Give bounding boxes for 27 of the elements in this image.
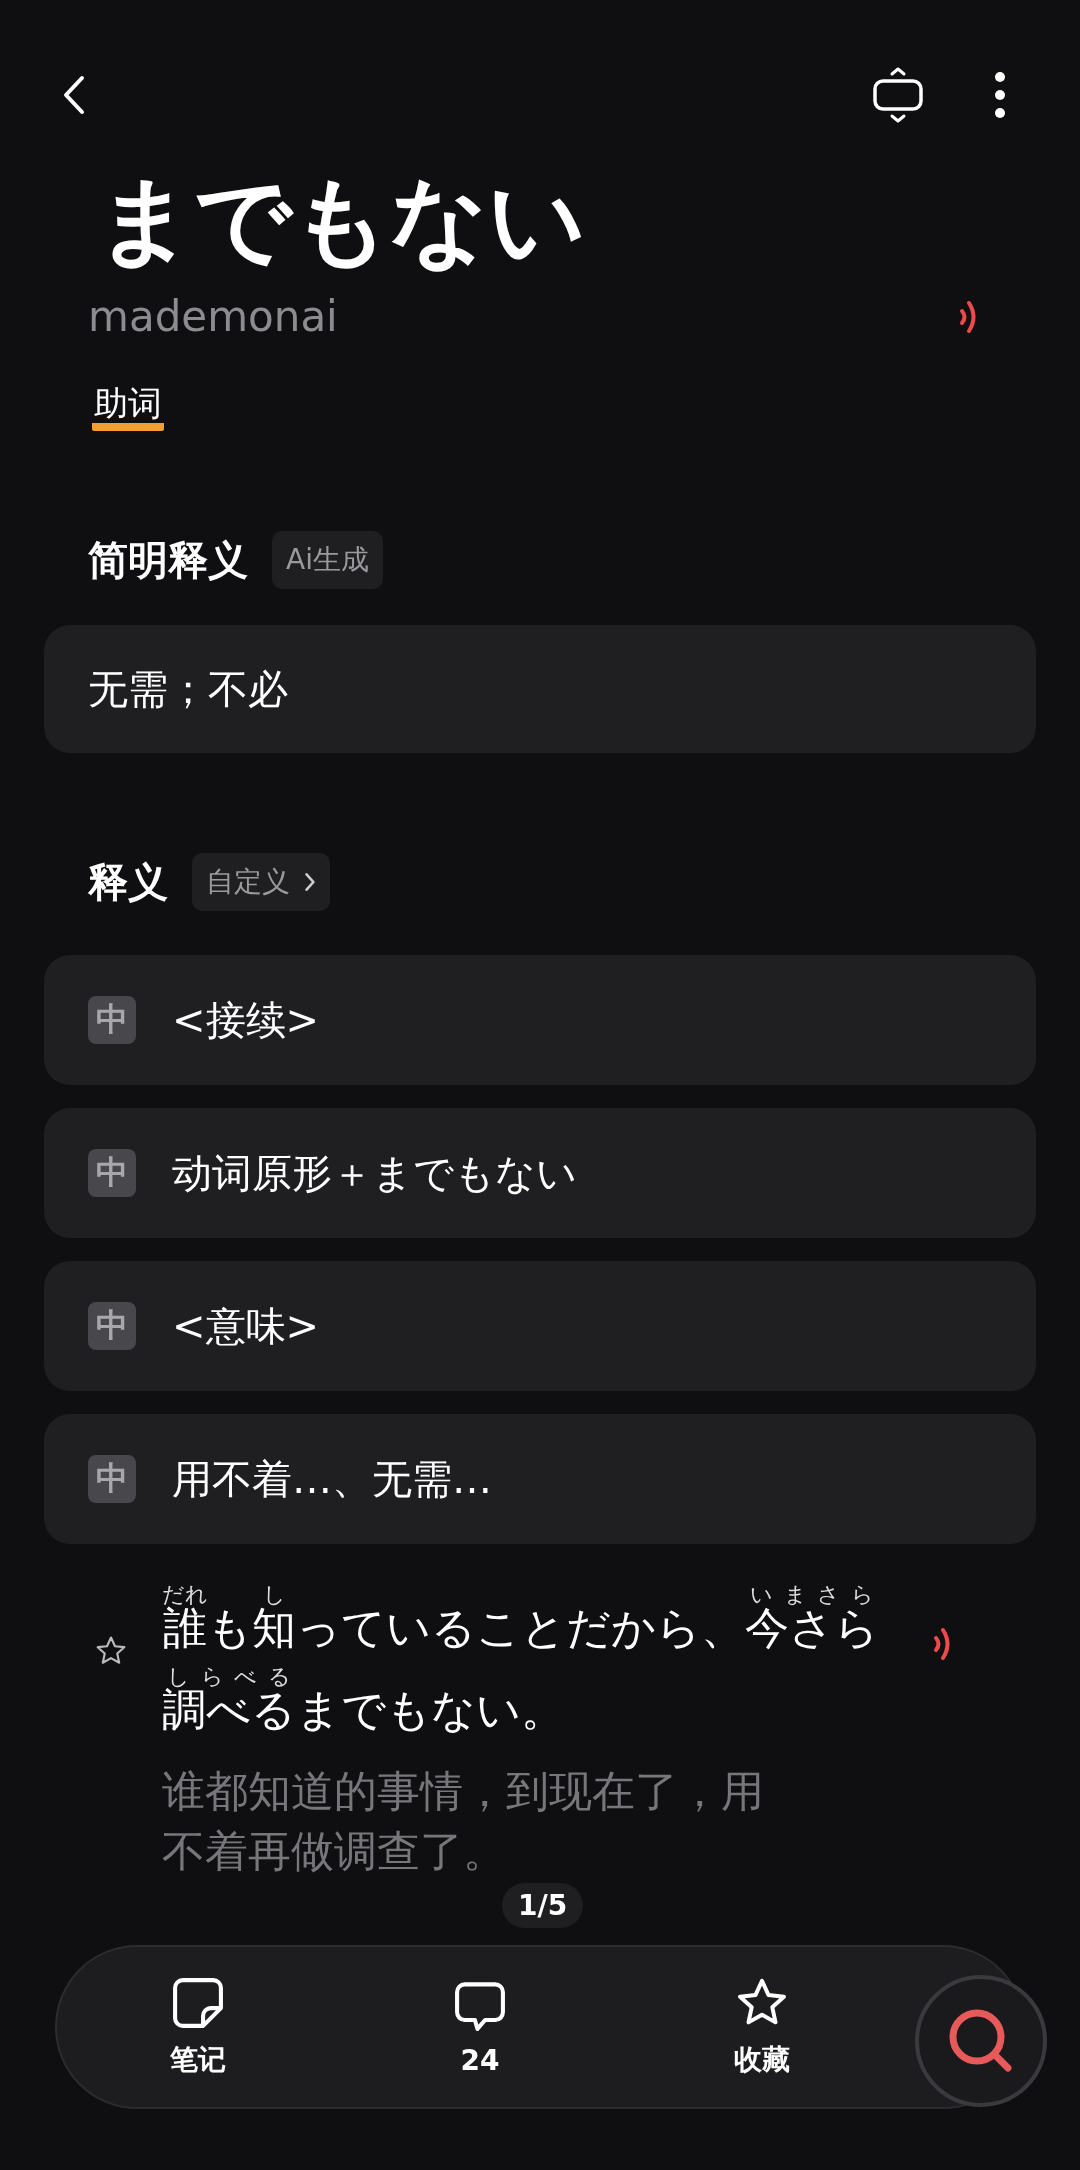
page-indicator: 1/5 <box>502 1883 584 1928</box>
example-translation: 谁都知道的事情，到现在了，用不着再做调查了。 <box>162 1765 765 1878</box>
customize-button[interactable]: 自定义 <box>192 853 330 911</box>
bottom-bar-item[interactable]: 24 <box>446 1976 514 2078</box>
romaji-reading: mademonai <box>88 292 338 341</box>
note-icon <box>170 1975 226 2031</box>
bottom-bar-item[interactable]: 笔记 <box>164 1974 232 2080</box>
more-icon[interactable] <box>994 71 1006 119</box>
bottom-bar-item[interactable]: 收藏 <box>728 1974 796 2080</box>
section-heading: 简明释义 <box>88 535 248 585</box>
part-of-speech-tag: 助词 <box>92 383 164 431</box>
example-sentence: 誰 だれ も 知 し っていることだから、今さら いまさら 調べる しらべる までもない。 <box>162 1584 880 1737</box>
definition-text: <接续> <box>172 995 320 1045</box>
definition-text: 动词原形＋までもない <box>172 1148 577 1198</box>
language-tag: 中 <box>88 1455 136 1503</box>
language-tag: 中 <box>88 1302 136 1350</box>
word-title: までもない <box>96 162 587 278</box>
brief-definition-card: 无需；不必 <box>44 625 1036 753</box>
definition-text: 用不着…、无需… <box>172 1454 492 1504</box>
back-icon[interactable] <box>62 75 86 115</box>
language-tag: 中 <box>88 1149 136 1197</box>
section-heading: 释义 <box>88 857 168 907</box>
ai-generated-badge: Ai生成 <box>272 531 383 589</box>
expand-icon[interactable] <box>872 67 924 123</box>
chevron-icon <box>304 871 316 893</box>
definition-text: <意味> <box>172 1301 320 1351</box>
language-tag: 中 <box>88 996 136 1044</box>
